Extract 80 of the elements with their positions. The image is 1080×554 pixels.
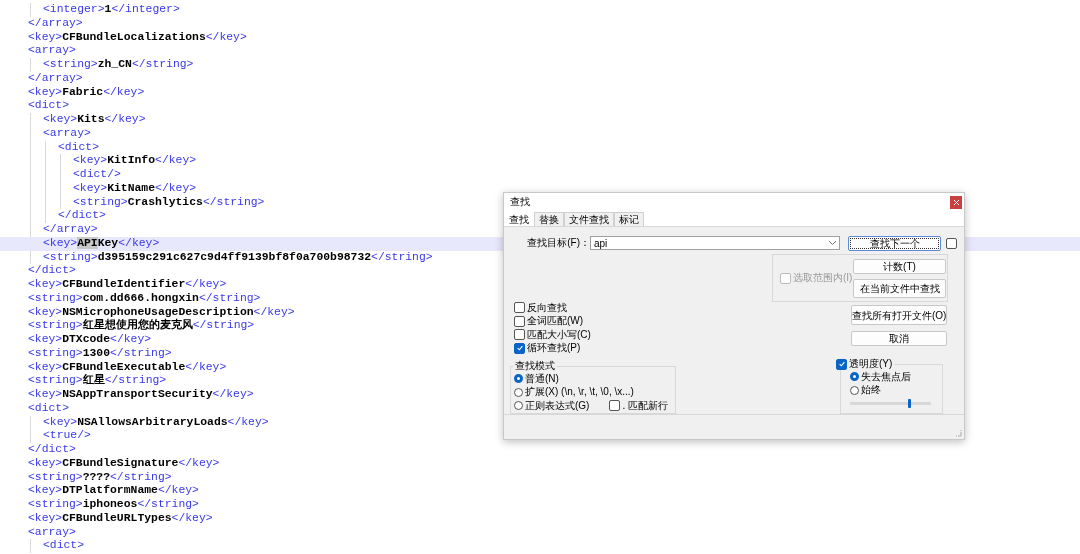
tab[interactable]: 标记 bbox=[614, 212, 644, 227]
code-line: <integer>1</integer> bbox=[43, 3, 180, 17]
code-line: <key>CFBundleExecutable</key> bbox=[28, 360, 227, 374]
code-line: <array> bbox=[28, 525, 76, 540]
code-line: <key>CFBundleURLTypes</key> bbox=[28, 511, 213, 526]
option-label: . 匹配新行 bbox=[622, 398, 668, 413]
code-line: <dict> bbox=[58, 140, 99, 155]
radio-button[interactable] bbox=[850, 385, 859, 395]
close-icon bbox=[953, 199, 959, 205]
tab[interactable]: 文件查找 bbox=[564, 212, 614, 227]
code-line: </dict> bbox=[28, 264, 76, 278]
option-label: 普通(N) bbox=[525, 371, 559, 386]
code-line: <dict> bbox=[28, 401, 69, 416]
code-line: <key>DTPlatformName</key> bbox=[28, 484, 199, 498]
code-line: </dict> bbox=[58, 209, 106, 223]
code-line: <key>DTXcode</key> bbox=[28, 333, 152, 347]
close-button[interactable] bbox=[950, 195, 962, 209]
checkbox[interactable] bbox=[836, 358, 847, 370]
code-line: <key>Kits</key> bbox=[43, 113, 146, 127]
code-line: </array> bbox=[28, 16, 83, 31]
code-line: <dict> bbox=[28, 99, 69, 113]
code-line: <key>CFBundleSignature</key> bbox=[28, 456, 220, 471]
option-label: 全词匹配(W) bbox=[527, 314, 584, 329]
option-label: 反向查找 bbox=[527, 300, 567, 315]
option-label: 正则表达式(G) bbox=[525, 398, 590, 413]
code-line: <key>CFBundleLocalizations</key> bbox=[28, 30, 247, 45]
code-line: <dict> bbox=[43, 539, 84, 553]
checkbox[interactable] bbox=[946, 237, 957, 249]
code-line: <string>zh_CN</string> bbox=[43, 58, 194, 72]
dialog-title: 查找 bbox=[510, 195, 530, 210]
resize-grip-icon[interactable] bbox=[954, 429, 962, 437]
code-line: <key>NSAppTransportSecurity</key> bbox=[28, 388, 254, 402]
radio-button[interactable] bbox=[514, 401, 523, 411]
code-line: <key>NSAllowsArbitraryLoads</key> bbox=[43, 415, 269, 430]
code-line: <string>Crashlytics</string> bbox=[73, 195, 265, 210]
checkbox[interactable] bbox=[609, 400, 621, 412]
code-line: <key>KitInfo</key> bbox=[73, 154, 197, 168]
code-line: <key>KitName</key> bbox=[73, 181, 197, 196]
checkbox[interactable] bbox=[514, 329, 525, 341]
search-field[interactable]: api bbox=[590, 236, 840, 251]
button[interactable]: 取消 bbox=[851, 331, 947, 347]
option-label: 选取范围内(I) bbox=[793, 271, 853, 286]
option-label: 透明度(Y) bbox=[849, 357, 893, 371]
code-line: <string>1300</string> bbox=[28, 346, 172, 361]
field-label: 查找目标(F)： bbox=[526, 236, 590, 251]
option-label: 始终 bbox=[861, 383, 881, 398]
checkbox[interactable] bbox=[514, 315, 525, 327]
code-line: <true/> bbox=[43, 429, 91, 443]
code-line: </array> bbox=[28, 71, 83, 86]
code-line: <string>????</string> bbox=[28, 470, 172, 485]
code-line: <string>红星想使用您的麦克风</string> bbox=[28, 319, 255, 333]
checkbox[interactable] bbox=[514, 302, 525, 314]
code-line: <string>红星</string> bbox=[28, 374, 167, 388]
code-line: <key>NSMicrophoneUsageDescription</key> bbox=[28, 305, 295, 318]
option-label: 失去焦点后 bbox=[861, 369, 911, 384]
code-line: <key>CFBundleIdentifier</key> bbox=[28, 278, 227, 292]
chevron-down-icon bbox=[829, 241, 836, 246]
checkbox[interactable] bbox=[514, 342, 525, 354]
button[interactable]: 计数(T) bbox=[853, 258, 946, 274]
radio-button[interactable] bbox=[514, 387, 523, 397]
radio-button[interactable] bbox=[850, 372, 859, 382]
code-line: <string>com.dd666.hongxin</string> bbox=[28, 291, 261, 306]
button[interactable]: 在当前文件中查找 bbox=[853, 278, 946, 298]
code-line: </dict> bbox=[28, 443, 76, 457]
option-label: 匹配大小写(C) bbox=[527, 327, 591, 342]
code-line: <array> bbox=[28, 44, 76, 58]
option-label: 扩展(X) (\n, \r, \t, \0, \x...) bbox=[525, 385, 634, 400]
code-line: <string>iphoneos</string> bbox=[28, 498, 199, 512]
radio-button[interactable] bbox=[514, 374, 523, 384]
slider-thumb[interactable] bbox=[908, 399, 912, 409]
code-line: <string>d395159c291c627c9d4ff9139bf8f0a700b98732</string> bbox=[43, 250, 433, 265]
button[interactable]: 查找下一个 bbox=[848, 235, 941, 251]
code-line: <dict/> bbox=[73, 168, 121, 182]
code-line: </array> bbox=[43, 223, 98, 237]
tab[interactable]: 替换 bbox=[534, 212, 564, 227]
code-line: <key>Fabric</key> bbox=[28, 85, 145, 100]
code-line: <array> bbox=[43, 126, 91, 141]
option-label: 循环查找(P) bbox=[527, 341, 581, 356]
button[interactable]: 查找所有打开文件(O) bbox=[851, 305, 947, 326]
group-title: 查找模式 bbox=[515, 359, 555, 373]
